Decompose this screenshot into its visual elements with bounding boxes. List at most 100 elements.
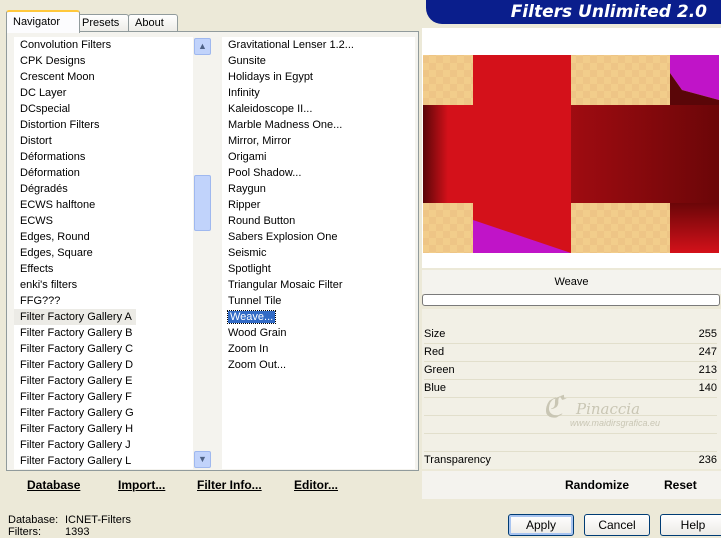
- category-item[interactable]: Distortion Filters: [14, 117, 192, 133]
- param-green-label: Green: [424, 364, 455, 376]
- category-item[interactable]: Déformations: [14, 149, 192, 165]
- tab-presets[interactable]: Presets: [75, 14, 129, 32]
- filter-item-label: Marble Madness One...: [228, 119, 343, 131]
- category-item[interactable]: Filter Factory Gallery F: [14, 389, 192, 405]
- filter-item[interactable]: Raygun: [222, 181, 415, 197]
- filter-item[interactable]: Zoom Out...: [222, 357, 415, 373]
- category-item[interactable]: Filter Factory Gallery G: [14, 405, 192, 421]
- filter-item[interactable]: Zoom In: [222, 341, 415, 357]
- help-button[interactable]: Help: [660, 514, 721, 536]
- filter-name-label: Weave: [422, 270, 721, 294]
- category-item-label: ECWS: [20, 215, 53, 227]
- category-item[interactable]: DC Layer: [14, 85, 192, 101]
- import-button[interactable]: Import...: [118, 478, 165, 492]
- tab-navigator[interactable]: Navigator: [6, 10, 80, 33]
- category-item[interactable]: Déformation: [14, 165, 192, 181]
- category-item[interactable]: Filter Factory Gallery J: [14, 437, 192, 453]
- filter-item-label: Mirror, Mirror: [228, 135, 291, 147]
- category-item[interactable]: ECWS: [14, 213, 192, 229]
- category-item[interactable]: Filter Factory Gallery D: [14, 357, 192, 373]
- category-item[interactable]: Edges, Round: [14, 229, 192, 245]
- filter-item[interactable]: Pool Shadow...: [222, 165, 415, 181]
- filter-item-label: Ripper: [228, 199, 261, 211]
- category-item[interactable]: Dégradés: [14, 181, 192, 197]
- category-list[interactable]: Convolution Filters CPK Designs Crescent M…: [14, 37, 192, 469]
- preview-image: [423, 55, 719, 253]
- filter-item[interactable]: Round Button: [222, 213, 415, 229]
- category-item-selected[interactable]: Filter Factory Gallery A: [14, 309, 136, 325]
- filter-item[interactable]: Holidays in Egypt: [222, 69, 415, 85]
- randomize-button[interactable]: Randomize: [565, 478, 629, 492]
- category-item-label: Dégradés: [20, 183, 68, 195]
- app-title: Filters Unlimited 2.0: [510, 2, 707, 22]
- param-green-value[interactable]: 213: [699, 364, 717, 376]
- filter-item-selected[interactable]: Weave...: [222, 309, 415, 325]
- apply-button[interactable]: Apply: [508, 514, 574, 536]
- category-item[interactable]: enki's filters: [14, 277, 192, 293]
- category-item[interactable]: Filter Factory Gallery L: [14, 453, 192, 469]
- scroll-up-icon[interactable]: ▲: [194, 38, 211, 55]
- category-item[interactable]: Crescent Moon: [14, 69, 192, 85]
- category-item[interactable]: Convolution Filters: [14, 37, 192, 53]
- param-red-value[interactable]: 247: [699, 346, 717, 358]
- category-item[interactable]: DCspecial: [14, 101, 192, 117]
- tab-about[interactable]: About: [128, 14, 178, 32]
- category-item-label: Filter Factory Gallery C: [20, 343, 134, 355]
- watermark-url: www.maidirsgrafica.eu: [570, 418, 661, 428]
- category-item[interactable]: Edges, Square: [14, 245, 192, 261]
- database-button[interactable]: Database: [27, 478, 80, 492]
- category-item[interactable]: Effects: [14, 261, 192, 277]
- filter-item[interactable]: Tunnel Tile: [222, 293, 415, 309]
- category-item-label: Convolution Filters: [20, 39, 112, 51]
- category-item[interactable]: Filter Factory Gallery E: [14, 373, 192, 389]
- category-item[interactable]: Filter Factory Gallery B: [14, 325, 192, 341]
- filter-item[interactable]: Ripper: [222, 197, 415, 213]
- scroll-thumb[interactable]: [194, 175, 211, 231]
- filter-item-label: Gunsite: [228, 55, 266, 67]
- filter-list[interactable]: Gravitational Lenser 1.2... Gunsite Holida…: [222, 37, 415, 469]
- filter-item[interactable]: Sabers Explosion One: [222, 229, 415, 245]
- filter-item-label: Pool Shadow...: [228, 167, 302, 179]
- category-item[interactable]: Filter Factory Gallery C: [14, 341, 192, 357]
- filter-item[interactable]: Spotlight: [222, 261, 415, 277]
- filter-item[interactable]: Mirror, Mirror: [222, 133, 415, 149]
- filter-item-label: Zoom In: [228, 343, 269, 355]
- filter-item[interactable]: Gravitational Lenser 1.2...: [222, 37, 415, 53]
- category-item[interactable]: CPK Designs: [14, 53, 192, 69]
- app-title-banner: Filters Unlimited 2.0: [426, 0, 721, 24]
- preview-area: [422, 28, 721, 268]
- param-size-value[interactable]: 255: [699, 328, 717, 340]
- reset-button[interactable]: Reset: [664, 478, 697, 492]
- filter-info-button[interactable]: Filter Info...: [197, 478, 262, 492]
- filter-item[interactable]: Origami: [222, 149, 415, 165]
- filter-item[interactable]: Infinity: [222, 85, 415, 101]
- category-item[interactable]: FFG???: [14, 293, 192, 309]
- status-database-label: Database:: [8, 514, 59, 526]
- category-item-label: Filter Factory Gallery F: [20, 391, 132, 403]
- scroll-down-icon[interactable]: ▼: [194, 451, 211, 468]
- filter-item[interactable]: Seismic: [222, 245, 415, 261]
- category-item-label: Filter Factory Gallery L: [20, 455, 132, 467]
- category-item-label: Déformations: [20, 151, 86, 163]
- category-item[interactable]: Filter Factory Gallery H: [14, 421, 192, 437]
- status-filters-value: 1393: [65, 526, 90, 538]
- category-scrollbar[interactable]: ▲ ▼: [192, 37, 211, 469]
- filter-item-label: Weave...: [226, 310, 277, 324]
- category-item-label: Crescent Moon: [20, 71, 95, 83]
- tab-navigator-label: Navigator: [13, 16, 61, 28]
- category-item[interactable]: Distort: [14, 133, 192, 149]
- filter-item[interactable]: Gunsite: [222, 53, 415, 69]
- editor-button[interactable]: Editor...: [294, 478, 338, 492]
- filter-item[interactable]: Wood Grain: [222, 325, 415, 341]
- cancel-button[interactable]: Cancel: [584, 514, 650, 536]
- category-item-label: DC Layer: [20, 87, 67, 99]
- filter-item[interactable]: Triangular Mosaic Filter: [222, 277, 415, 293]
- tab-about-label: About: [135, 17, 164, 29]
- filter-item[interactable]: Kaleidoscope II...: [222, 101, 415, 117]
- category-item[interactable]: ECWS halftone: [14, 197, 192, 213]
- category-item-label: Effects: [20, 263, 54, 275]
- category-item-label: Filter Factory Gallery B: [20, 327, 133, 339]
- category-item-label: Filter Factory Gallery D: [20, 359, 134, 371]
- param-red-label: Red: [424, 346, 445, 358]
- filter-item[interactable]: Marble Madness One...: [222, 117, 415, 133]
